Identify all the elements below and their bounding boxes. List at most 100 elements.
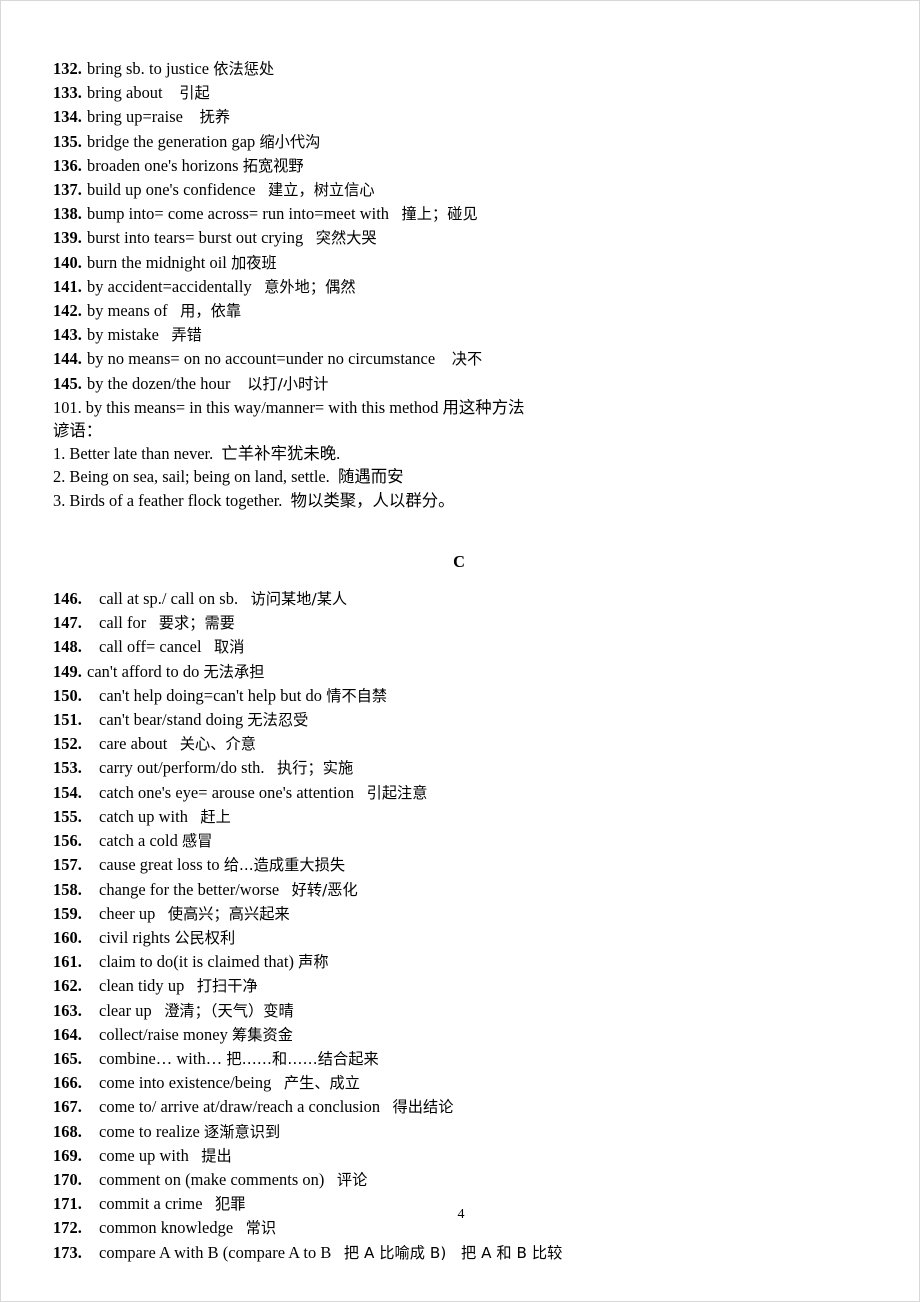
- phrase-gap: [252, 277, 264, 296]
- phrase-number: 167.: [53, 1097, 82, 1117]
- phrase-chinese: 依法惩处: [213, 60, 275, 78]
- phrase-entry: 136. broaden one's horizons 拓宽视野: [53, 154, 873, 178]
- phrase-number: 140.: [53, 252, 82, 272]
- phrase-english: bump into= come across= run into=meet wi…: [87, 204, 390, 224]
- phrase-gap: [265, 758, 277, 777]
- phrase-chinese: 筹集资金: [232, 1025, 293, 1044]
- phrase-english: cause great loss to: [99, 855, 220, 875]
- proverbs-block: 101. by this means= in this way/manner= …: [53, 396, 873, 512]
- phrase-number: 161.: [53, 952, 82, 972]
- phrase-entry: 169. come up with 提出: [53, 1144, 873, 1168]
- phrase-entry: 162. clean tidy up 打扫干净: [53, 974, 873, 998]
- phrase-entry: 134. bring up=raise 抚养: [53, 105, 873, 129]
- phrase-number: 147.: [53, 613, 82, 633]
- phrase-chinese: 撞上；碰见: [401, 205, 478, 224]
- phrase-number: 138.: [53, 204, 82, 224]
- phrase-number: 156.: [53, 831, 82, 851]
- phrase-entry: 145. by the dozen/the hour 以打/小时计: [53, 372, 873, 396]
- phrase-entry: 139. burst into tears= burst out crying 突…: [53, 226, 873, 250]
- phrase-chinese: 评论: [336, 1170, 368, 1189]
- section-letter-c: C: [453, 551, 465, 571]
- phrase-chinese: 好转/恶化: [291, 880, 358, 899]
- phrase-chinese: 情不自禁: [326, 686, 388, 705]
- document-page: 132. bring sb. to justice 依法惩处 133. bring a…: [0, 0, 920, 1302]
- phrase-gap: [163, 83, 180, 102]
- phrase-english: compare A with B (compare A to B: [99, 1242, 332, 1262]
- phrase-entry: 135. bridge the generation gap 缩小代沟: [53, 130, 873, 154]
- phrase-chinese: 得出结论: [392, 1098, 454, 1117]
- phrase-number: 139.: [53, 228, 82, 248]
- phrase-number: 154.: [53, 782, 82, 802]
- phrase-english: change for the better/worse: [99, 879, 280, 899]
- phrase-entry: 155. catch up with 赶上: [53, 805, 873, 829]
- phrase-entry: 151. can't bear/stand doing 无法忍受: [53, 708, 873, 732]
- phrase-number: 151.: [53, 710, 82, 730]
- phrase-gap: [184, 976, 196, 995]
- phrase-english: burn the midnight oil: [87, 252, 227, 272]
- phrase-gap: [303, 228, 315, 247]
- phrase-entry: 170. comment on (make comments on) 评论: [53, 1168, 873, 1192]
- phrase-number: 133.: [53, 83, 82, 103]
- phrase-chinese: 突然大哭: [315, 229, 377, 248]
- phrase-gap: [188, 807, 200, 826]
- phrase-chinese: 无法忍受: [247, 711, 309, 730]
- phrase-english: by mistake: [87, 325, 159, 345]
- phrase-chinese: 访问某地/某人: [250, 590, 348, 609]
- phrase-gap: [146, 613, 158, 632]
- phrase-gap: [331, 1243, 343, 1262]
- phrase-english: can't bear/stand doing: [99, 710, 244, 730]
- phrase-gap: [380, 1097, 392, 1116]
- phrase-list-c: 146. call at sp./ call on sb. 访问某地/某人 147.…: [53, 587, 873, 1265]
- phrase-gap: [202, 637, 214, 656]
- section-letter-spacer: [53, 573, 873, 587]
- phrase-english: comment on (make comments on): [99, 1169, 325, 1189]
- phrase-chinese: 关心、介意: [179, 735, 256, 754]
- line-101: 101. by this means= in this way/manner= …: [53, 397, 525, 417]
- phrase-entry: 154. catch one's eye= arouse one's attent…: [53, 781, 873, 805]
- phrase-gap: [435, 349, 452, 368]
- phrase-english: can't help doing=can't help but do: [99, 685, 323, 705]
- phrase-chinese: 取消: [214, 638, 245, 657]
- phrase-chinese: 把 A 比喻成 B) 把 A 和 B 比较: [343, 1243, 563, 1262]
- phrase-number: 135.: [53, 131, 82, 151]
- phrase-entry: 160. civil rights 公民权利: [53, 926, 873, 950]
- phrase-number: 160.: [53, 927, 82, 947]
- phrase-english: catch up with: [99, 806, 188, 826]
- phrase-gap: [168, 301, 180, 320]
- proverb-1: 1. Better late than never. 亡羊补牢犹未晚.: [53, 444, 341, 464]
- phrase-number: 152.: [53, 734, 82, 754]
- phrase-entry: 140. burn the midnight oil 加夜班: [53, 251, 873, 275]
- phrase-english: bring about: [87, 83, 163, 103]
- phrase-entry: 137. build up one's confidence 建立，树立信心: [53, 178, 873, 202]
- phrase-gap: [159, 325, 171, 344]
- phrase-chinese: 以打/小时计: [247, 374, 329, 393]
- phrase-entry: 138. bump into= come across= run into=mee…: [53, 202, 873, 226]
- phrase-english: call for: [99, 613, 147, 633]
- phrase-chinese: 拓宽视野: [242, 156, 304, 175]
- phrase-english: call off= cancel: [99, 637, 202, 657]
- phrase-chinese: 缩小代沟: [259, 132, 321, 151]
- phrase-english: clean tidy up: [99, 976, 185, 996]
- phrase-gap: [183, 107, 200, 126]
- phrase-gap: [167, 734, 179, 753]
- page-number: 4: [457, 1207, 465, 1222]
- phrase-english: broaden one's horizons: [87, 155, 239, 175]
- phrase-number: 165.: [53, 1048, 82, 1068]
- phrase-english: carry out/perform/do sth.: [99, 758, 265, 778]
- phrase-chinese: 引起: [179, 84, 210, 103]
- phrase-number: 143.: [53, 325, 82, 345]
- phrase-number: 146.: [53, 589, 82, 609]
- page-content: 132. bring sb. to justice 依法惩处 133. bring a…: [53, 57, 873, 1265]
- phrase-chinese: 使高兴；高兴起来: [167, 904, 290, 923]
- phrase-chinese: 引起注意: [366, 783, 428, 802]
- phrase-english: collect/raise money: [99, 1024, 228, 1044]
- phrase-chinese: 赶上: [200, 807, 231, 826]
- phrase-entry: 148. call off= cancel 取消: [53, 635, 873, 659]
- phrase-chinese: 打扫干净: [196, 977, 258, 996]
- phrase-chinese: 给...造成重大损失: [223, 856, 346, 875]
- phrase-chinese: 把……和……结合起来: [226, 1049, 379, 1068]
- phrase-entry: 167. come to/ arrive at/draw/reach a conc…: [53, 1095, 873, 1119]
- phrase-entry: 133. bring about 引起: [53, 81, 873, 105]
- phrase-english: care about: [99, 734, 168, 754]
